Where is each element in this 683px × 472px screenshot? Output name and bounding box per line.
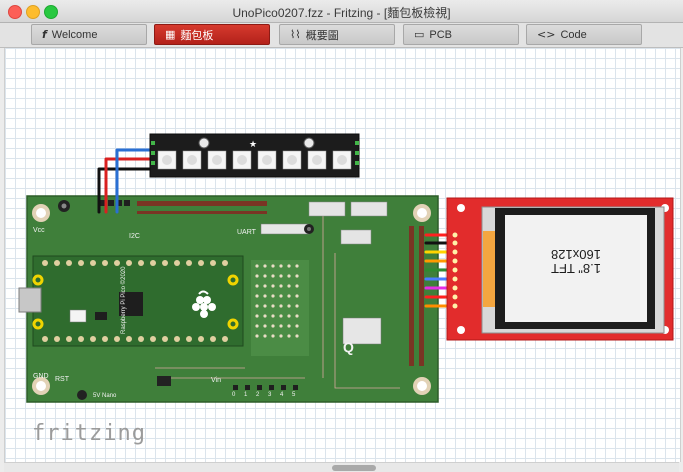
schematic-icon: ⌇⌇ — [290, 28, 301, 41]
star-icon: ★ — [249, 139, 257, 149]
tab-schematic[interactable]: ⌇⌇ 概要圖 — [279, 24, 395, 45]
code-icon: <> — [537, 28, 556, 41]
horizontal-scrollbar[interactable] — [4, 462, 679, 472]
breadboard-canvas[interactable]: Vcc I2C UART Q GND RST Vin 5V Nano 0 1 2… — [4, 48, 681, 462]
pico-label: Raspberry Pi Pico ©2020 — [120, 266, 127, 334]
raspberry-pi-pico[interactable]: Raspberry Pi Pico ©2020 — [18, 255, 244, 347]
tab-code[interactable]: <> Code — [526, 24, 642, 45]
rst-label: RST — [55, 376, 70, 383]
circuit-drawing: Vcc I2C UART Q GND RST Vin 5V Nano 0 1 2… — [18, 133, 674, 403]
tft-display[interactable]: 1.8" TFT 160x128 — [446, 197, 674, 341]
uart-label: UART — [237, 229, 257, 236]
tab-label: 概要圖 — [305, 29, 339, 42]
tft-resolution-label: 160x128 — [551, 247, 601, 262]
pcb-icon: ▭ — [414, 28, 425, 41]
title-bar: UnoPico0207.fzz - Fritzing - [麵包板檢視] — [0, 0, 683, 23]
tab-label: 麵包板 — [180, 29, 214, 42]
tab-label: PCB — [429, 28, 453, 41]
tab-pcb[interactable]: ▭ PCB — [403, 24, 519, 45]
tft-size-label: 1.8" TFT — [551, 261, 601, 276]
led-strip[interactable]: ★ — [149, 133, 360, 178]
gnd-label: GND — [33, 373, 49, 380]
tab-label: Code — [560, 28, 587, 41]
scrollbar-thumb[interactable] — [332, 465, 376, 471]
i2c-label: I2C — [129, 233, 140, 240]
vcc-label: Vcc — [33, 227, 45, 234]
vin-label: Vin — [211, 377, 221, 384]
window-title: UnoPico0207.fzz - Fritzing - [麵包板檢視] — [232, 6, 451, 20]
fritzing-watermark: fritzing — [32, 421, 146, 446]
tab-breadboard[interactable]: ▦ 麵包板 — [154, 24, 270, 45]
tab-label: Welcome — [51, 28, 98, 41]
q-label: Q — [343, 339, 354, 355]
nano-label: 5V Nano — [93, 393, 117, 399]
fritzing-f-icon: f — [42, 28, 47, 41]
view-tab-bar: f Welcome ▦ 麵包板 ⌇⌇ 概要圖 ▭ PCB <> Code — [0, 23, 683, 48]
tab-welcome[interactable]: f Welcome — [31, 24, 147, 45]
app-window: UnoPico0207.fzz - Fritzing - [麵包板檢視] f W… — [0, 0, 683, 472]
breadboard-icon: ▦ — [165, 28, 176, 41]
